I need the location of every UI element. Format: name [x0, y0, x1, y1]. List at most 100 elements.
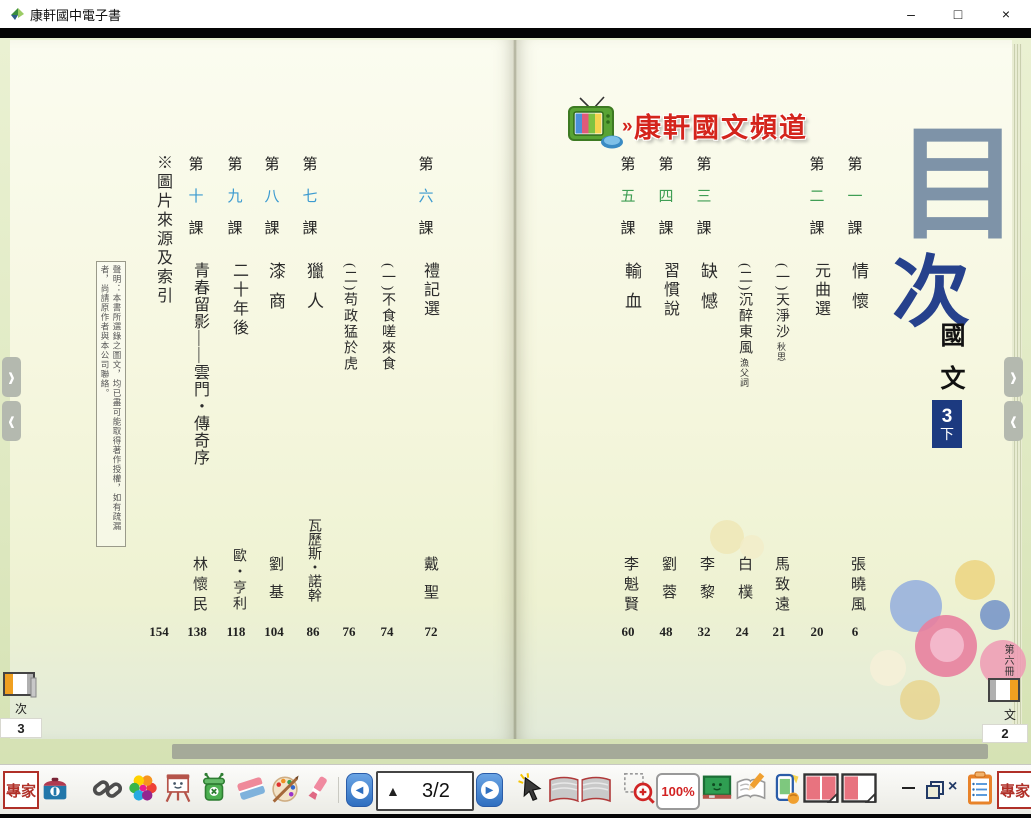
lesson-4-page[interactable]: 48 — [660, 624, 673, 640]
lesson-10-title[interactable]: 青春留影——雲門・傳奇序 — [187, 262, 211, 466]
bottom-edge — [0, 814, 1031, 818]
page-corner-icon-left[interactable] — [3, 672, 37, 698]
flower-icon[interactable] — [126, 771, 160, 805]
zoom-icon[interactable] — [622, 771, 656, 805]
lesson-6-header[interactable]: 第六課 — [417, 153, 435, 238]
lesson-3-page[interactable]: 32 — [698, 624, 711, 640]
page-fold — [513, 40, 517, 739]
notebook-pencil-icon[interactable] — [734, 771, 768, 805]
lesson-5-page[interactable]: 60 — [622, 624, 635, 640]
subject-label: 國文 — [934, 322, 966, 408]
lesson-9-header[interactable]: 第九課 — [226, 153, 244, 238]
eraser-icon[interactable] — [234, 771, 268, 805]
horizontal-scrollbar[interactable] — [172, 744, 988, 759]
lesson-1-page[interactable]: 6 — [852, 624, 859, 640]
easel-icon[interactable] — [161, 771, 195, 805]
lesson-8-page[interactable]: 104 — [264, 624, 284, 640]
dual-page-half-icon[interactable] — [841, 773, 877, 805]
index-page[interactable]: 154 — [149, 624, 169, 640]
close-button[interactable]: × — [993, 2, 1019, 26]
expert-mode-button-right[interactable]: 專家 — [997, 771, 1031, 809]
lesson-6-sub-2-page[interactable]: 76 — [343, 624, 356, 640]
toc-title-char-2: 次 — [892, 254, 970, 332]
lesson-5-author: 李魁賢 — [620, 556, 641, 616]
lesson-5-title[interactable]: 輸血 — [619, 262, 644, 322]
palette-icon[interactable] — [268, 771, 302, 805]
banner-label: 康軒國文頻道 — [634, 106, 808, 145]
page-up-icon[interactable]: ▲ — [386, 783, 400, 799]
lesson-7-title[interactable]: 獵人 — [301, 262, 326, 322]
lesson-8-header[interactable]: 第八課 — [263, 153, 281, 238]
lesson-2-header[interactable]: 第二課 — [808, 153, 826, 238]
lesson-6-page[interactable]: 72 — [425, 624, 438, 640]
lesson-9-title[interactable]: 二十年後 — [226, 262, 250, 338]
open-book-icon[interactable] — [546, 773, 614, 809]
corner-right-label: 文 — [1004, 706, 1016, 723]
copyright-note: 聲明：本書所選錄之圖文，均已盡可能取得著作授權，如有疏漏者，尚請原作者與本公司聯… — [96, 261, 126, 547]
toolbar-minimize-button[interactable] — [902, 787, 918, 791]
corner-left-label: 次 — [15, 700, 27, 717]
lesson-3-header[interactable]: 第三課 — [695, 153, 713, 238]
lesson-2-sub-2[interactable]: (二)沉醉東風漁父詞 — [734, 263, 754, 388]
toolbar-divider — [338, 777, 339, 803]
dual-page-red-icon[interactable] — [803, 773, 839, 805]
maximize-button[interactable]: □ — [945, 2, 971, 26]
toolbar-restore-button[interactable] — [926, 781, 944, 799]
chalkboard-icon[interactable] — [700, 771, 734, 805]
lesson-6-sub-2[interactable]: (二)苟政猛於虎 — [339, 263, 359, 372]
zoom-level-box[interactable]: 100% — [656, 773, 700, 810]
recycle-robot-icon[interactable] — [197, 771, 231, 805]
page-indicator[interactable]: ▲ 3/2 — [376, 771, 474, 811]
ebook-app: 康軒國中電子書 – □ × — [0, 0, 1031, 818]
next-page-button[interactable]: ▶ — [476, 773, 503, 807]
channel-banner[interactable]: » 康軒國文頻道 — [564, 94, 824, 152]
lesson-2-title[interactable]: 元曲選 — [808, 262, 832, 319]
bottom-toolbar: 專家 — [0, 764, 1031, 815]
flip-next-left-button[interactable]: › — [2, 357, 21, 397]
index-title[interactable]: ※圖片來源及索引 — [150, 154, 174, 306]
mobile-device-icon[interactable] — [769, 771, 803, 805]
lesson-2-sub-2-page[interactable]: 24 — [736, 624, 749, 640]
tv-icon — [564, 96, 626, 150]
clipboard-icon[interactable] — [966, 771, 994, 807]
lesson-7-header[interactable]: 第七課 — [301, 153, 319, 238]
lesson-6-sub-1-page[interactable]: 74 — [381, 624, 394, 640]
flip-prev-right-button[interactable]: ‹ — [1004, 401, 1023, 441]
expert-mode-button-left[interactable]: 專家 — [3, 771, 39, 809]
lesson-7-page[interactable]: 86 — [307, 624, 320, 640]
link-icon[interactable] — [92, 771, 124, 805]
lesson-8-title[interactable]: 漆商 — [263, 262, 288, 322]
lesson-2-sub-1-page[interactable]: 21 — [773, 624, 786, 640]
page-corner-icon-right[interactable] — [986, 678, 1020, 704]
corner-left-page[interactable]: 3 — [0, 718, 42, 738]
page-indicator-value[interactable]: 3/2 — [400, 780, 472, 803]
top-divider — [0, 28, 1031, 38]
lesson-6-title[interactable]: 禮記選 — [417, 262, 441, 319]
lesson-1-author: 張曉風 — [847, 556, 868, 616]
toolbar-close-button[interactable]: × — [948, 779, 966, 797]
lesson-1-title[interactable]: 情懷 — [846, 262, 871, 322]
toolbox-icon[interactable] — [38, 771, 72, 805]
prev-page-button[interactable]: ◀ — [346, 773, 373, 807]
window-titlebar: 康軒國中電子書 – □ × — [0, 0, 1031, 28]
lesson-5-header[interactable]: 第五課 — [619, 153, 637, 238]
marker-icon[interactable] — [303, 771, 333, 805]
lesson-10-header[interactable]: 第十課 — [187, 153, 205, 238]
corner-right-page[interactable]: 2 — [982, 724, 1028, 743]
lesson-10-page[interactable]: 138 — [187, 624, 207, 640]
window-title: 康軒國中電子書 — [30, 5, 121, 24]
pointer-icon[interactable] — [514, 771, 548, 805]
lesson-4-header[interactable]: 第四課 — [657, 153, 675, 238]
minimize-button[interactable]: – — [898, 2, 924, 26]
lesson-2-page[interactable]: 20 — [811, 624, 824, 640]
lesson-9-page[interactable]: 118 — [227, 624, 246, 640]
lesson-9-author: 歐・亨利 — [228, 548, 248, 612]
lesson-6-sub-1[interactable]: (一)不食嗟來食 — [377, 263, 397, 372]
lesson-3-title[interactable]: 缺憾 — [695, 262, 720, 322]
flip-prev-left-button[interactable]: ‹ — [2, 401, 21, 441]
lesson-1-header[interactable]: 第一課 — [846, 153, 864, 238]
lesson-4-title[interactable]: 習慣說 — [657, 262, 681, 319]
flip-next-right-button[interactable]: › — [1004, 357, 1023, 397]
lesson-4-author: 劉蓉 — [658, 556, 679, 612]
lesson-2-sub-1[interactable]: (一)天淨沙秋思 — [771, 263, 791, 362]
